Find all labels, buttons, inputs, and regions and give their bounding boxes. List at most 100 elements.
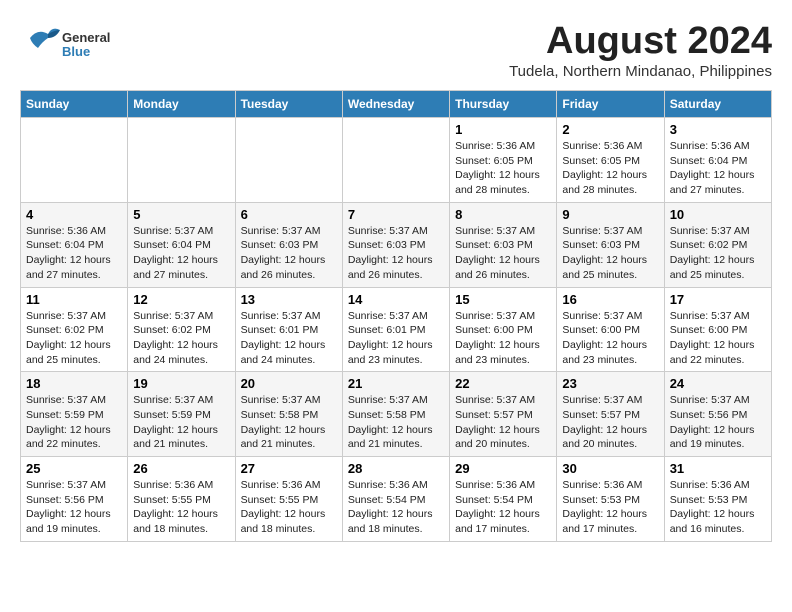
day-number: 4 [26,207,122,222]
title-section: August 2024 Tudela, Northern Mindanao, P… [509,20,772,80]
calendar-week-row: 25 Sunrise: 5:37 AM Sunset: 5:56 PM Dayli… [21,457,772,542]
day-info: Sunrise: 5:37 AM Sunset: 6:01 PM Dayligh… [348,309,444,368]
day-info: Sunrise: 5:36 AM Sunset: 6:05 PM Dayligh… [562,139,658,198]
svg-text:General: General [62,30,110,45]
day-number: 16 [562,292,658,307]
day-number: 27 [241,461,337,476]
day-number: 17 [670,292,766,307]
day-info: Sunrise: 5:37 AM Sunset: 6:03 PM Dayligh… [241,224,337,283]
table-row: 19Sunrise: 5:37 AM Sunset: 5:59 PM Dayli… [128,372,235,457]
table-row [128,118,235,203]
calendar-week-row: 18 Sunrise: 5:37 AM Sunset: 5:59 PM Dayli… [21,372,772,457]
col-saturday: Saturday [664,91,771,118]
day-info: Sunrise: 5:37 AM Sunset: 5:56 PM Dayligh… [26,478,122,537]
day-number: 9 [562,207,658,222]
day-info: Sunrise: 5:37 AM Sunset: 6:03 PM Dayligh… [562,224,658,283]
table-row: 16 Sunrise: 5:37 AM Sunset: 6:00 PM Dayli… [557,287,664,372]
day-number: 25 [26,461,122,476]
calendar-week-row: 11 Sunrise: 5:37 AM Sunset: 6:02 PM Dayli… [21,287,772,372]
day-number: 5 [133,207,229,222]
day-number: 15 [455,292,551,307]
day-number: 26 [133,461,229,476]
day-info: Sunrise: 5:37 AM Sunset: 5:57 PM Dayligh… [562,393,658,452]
day-info: Sunrise: 5:37 AM Sunset: 5:56 PM Dayligh… [670,393,766,452]
day-number: 12 [133,292,229,307]
day-info: Sunrise: 5:36 AM Sunset: 5:54 PM Dayligh… [455,478,551,537]
day-info: Sunrise: 5:37 AM Sunset: 6:00 PM Dayligh… [562,309,658,368]
table-row: 12 Sunrise: 5:37 AM Sunset: 6:02 PM Dayli… [128,287,235,372]
day-info: Sunrise: 5:37 AM Sunset: 5:59 PM Dayligh… [26,393,122,452]
day-number: 28 [348,461,444,476]
table-row: 17 Sunrise: 5:37 AM Sunset: 6:00 PM Dayli… [664,287,771,372]
day-number: 30 [562,461,658,476]
col-monday: Monday [128,91,235,118]
table-row: 20 Sunrise: 5:37 AM Sunset: 5:58 PM Dayli… [235,372,342,457]
table-row [342,118,449,203]
day-number: 1 [455,122,551,137]
day-info: Sunrise: 5:36 AM Sunset: 5:55 PM Dayligh… [241,478,337,537]
logo-svg: General Blue [20,20,110,70]
day-number: 7 [348,207,444,222]
day-info: Sunrise: 5:36 AM Sunset: 6:04 PM Dayligh… [670,139,766,198]
day-info: Sunrise: 5:37 AM Sunset: 6:03 PM Dayligh… [348,224,444,283]
day-number: 20 [241,376,337,391]
day-info: Sunrise: 5:37 AM Sunset: 6:03 PM Dayligh… [455,224,551,283]
day-number: 3 [670,122,766,137]
day-info: Sunrise: 5:36 AM Sunset: 6:04 PM Dayligh… [26,224,122,283]
svg-text:Blue: Blue [62,44,90,59]
table-row [235,118,342,203]
day-number: 2 [562,122,658,137]
table-row: 23 Sunrise: 5:37 AM Sunset: 5:57 PM Dayli… [557,372,664,457]
col-wednesday: Wednesday [342,91,449,118]
table-row [21,118,128,203]
day-info: Sunrise: 5:37 AM Sunset: 5:59 PM Dayligh… [133,393,229,452]
location: Tudela, Northern Mindanao, Philippines [509,63,772,80]
day-info: Sunrise: 5:37 AM Sunset: 6:02 PM Dayligh… [26,309,122,368]
table-row: 11 Sunrise: 5:37 AM Sunset: 6:02 PM Dayli… [21,287,128,372]
table-row: 24Sunrise: 5:37 AM Sunset: 5:56 PM Dayli… [664,372,771,457]
day-info: Sunrise: 5:37 AM Sunset: 5:58 PM Dayligh… [241,393,337,452]
table-row: 25 Sunrise: 5:37 AM Sunset: 5:56 PM Dayli… [21,457,128,542]
table-row: 7 Sunrise: 5:37 AM Sunset: 6:03 PM Daylig… [342,202,449,287]
calendar-week-row: 1 Sunrise: 5:36 AM Sunset: 6:05 PM Daylig… [21,118,772,203]
table-row: 22 Sunrise: 5:37 AM Sunset: 5:57 PM Dayli… [450,372,557,457]
day-number: 31 [670,461,766,476]
page-header: General Blue August 2024 Tudela, Norther… [20,20,772,80]
col-sunday: Sunday [21,91,128,118]
day-number: 11 [26,292,122,307]
day-number: 21 [348,376,444,391]
day-info: Sunrise: 5:36 AM Sunset: 5:55 PM Dayligh… [133,478,229,537]
table-row: 8 Sunrise: 5:37 AM Sunset: 6:03 PM Daylig… [450,202,557,287]
day-info: Sunrise: 5:37 AM Sunset: 6:04 PM Dayligh… [133,224,229,283]
day-number: 22 [455,376,551,391]
day-number: 10 [670,207,766,222]
calendar-week-row: 4 Sunrise: 5:36 AM Sunset: 6:04 PM Daylig… [21,202,772,287]
day-info: Sunrise: 5:37 AM Sunset: 5:58 PM Dayligh… [348,393,444,452]
day-number: 8 [455,207,551,222]
day-info: Sunrise: 5:37 AM Sunset: 6:00 PM Dayligh… [455,309,551,368]
table-row: 5 Sunrise: 5:37 AM Sunset: 6:04 PM Daylig… [128,202,235,287]
day-info: Sunrise: 5:37 AM Sunset: 6:02 PM Dayligh… [670,224,766,283]
table-row: 21 Sunrise: 5:37 AM Sunset: 5:58 PM Dayli… [342,372,449,457]
table-row: 2 Sunrise: 5:36 AM Sunset: 6:05 PM Daylig… [557,118,664,203]
day-info: Sunrise: 5:37 AM Sunset: 6:02 PM Dayligh… [133,309,229,368]
logo: General Blue [20,20,110,70]
table-row: 9 Sunrise: 5:37 AM Sunset: 6:03 PM Daylig… [557,202,664,287]
day-info: Sunrise: 5:36 AM Sunset: 6:05 PM Dayligh… [455,139,551,198]
day-info: Sunrise: 5:37 AM Sunset: 5:57 PM Dayligh… [455,393,551,452]
day-info: Sunrise: 5:37 AM Sunset: 6:00 PM Dayligh… [670,309,766,368]
table-row: 3 Sunrise: 5:36 AM Sunset: 6:04 PM Daylig… [664,118,771,203]
col-friday: Friday [557,91,664,118]
table-row: 15 Sunrise: 5:37 AM Sunset: 6:00 PM Dayli… [450,287,557,372]
day-number: 18 [26,376,122,391]
table-row: 28Sunrise: 5:36 AM Sunset: 5:54 PM Dayli… [342,457,449,542]
table-row: 29Sunrise: 5:36 AM Sunset: 5:54 PM Dayli… [450,457,557,542]
table-row: 10 Sunrise: 5:37 AM Sunset: 6:02 PM Dayli… [664,202,771,287]
table-row: 18 Sunrise: 5:37 AM Sunset: 5:59 PM Dayli… [21,372,128,457]
table-row: 4 Sunrise: 5:36 AM Sunset: 6:04 PM Daylig… [21,202,128,287]
day-number: 23 [562,376,658,391]
day-info: Sunrise: 5:37 AM Sunset: 6:01 PM Dayligh… [241,309,337,368]
day-number: 14 [348,292,444,307]
table-row: 6Sunrise: 5:37 AM Sunset: 6:03 PM Daylig… [235,202,342,287]
table-row: 27 Sunrise: 5:36 AM Sunset: 5:55 PM Dayli… [235,457,342,542]
